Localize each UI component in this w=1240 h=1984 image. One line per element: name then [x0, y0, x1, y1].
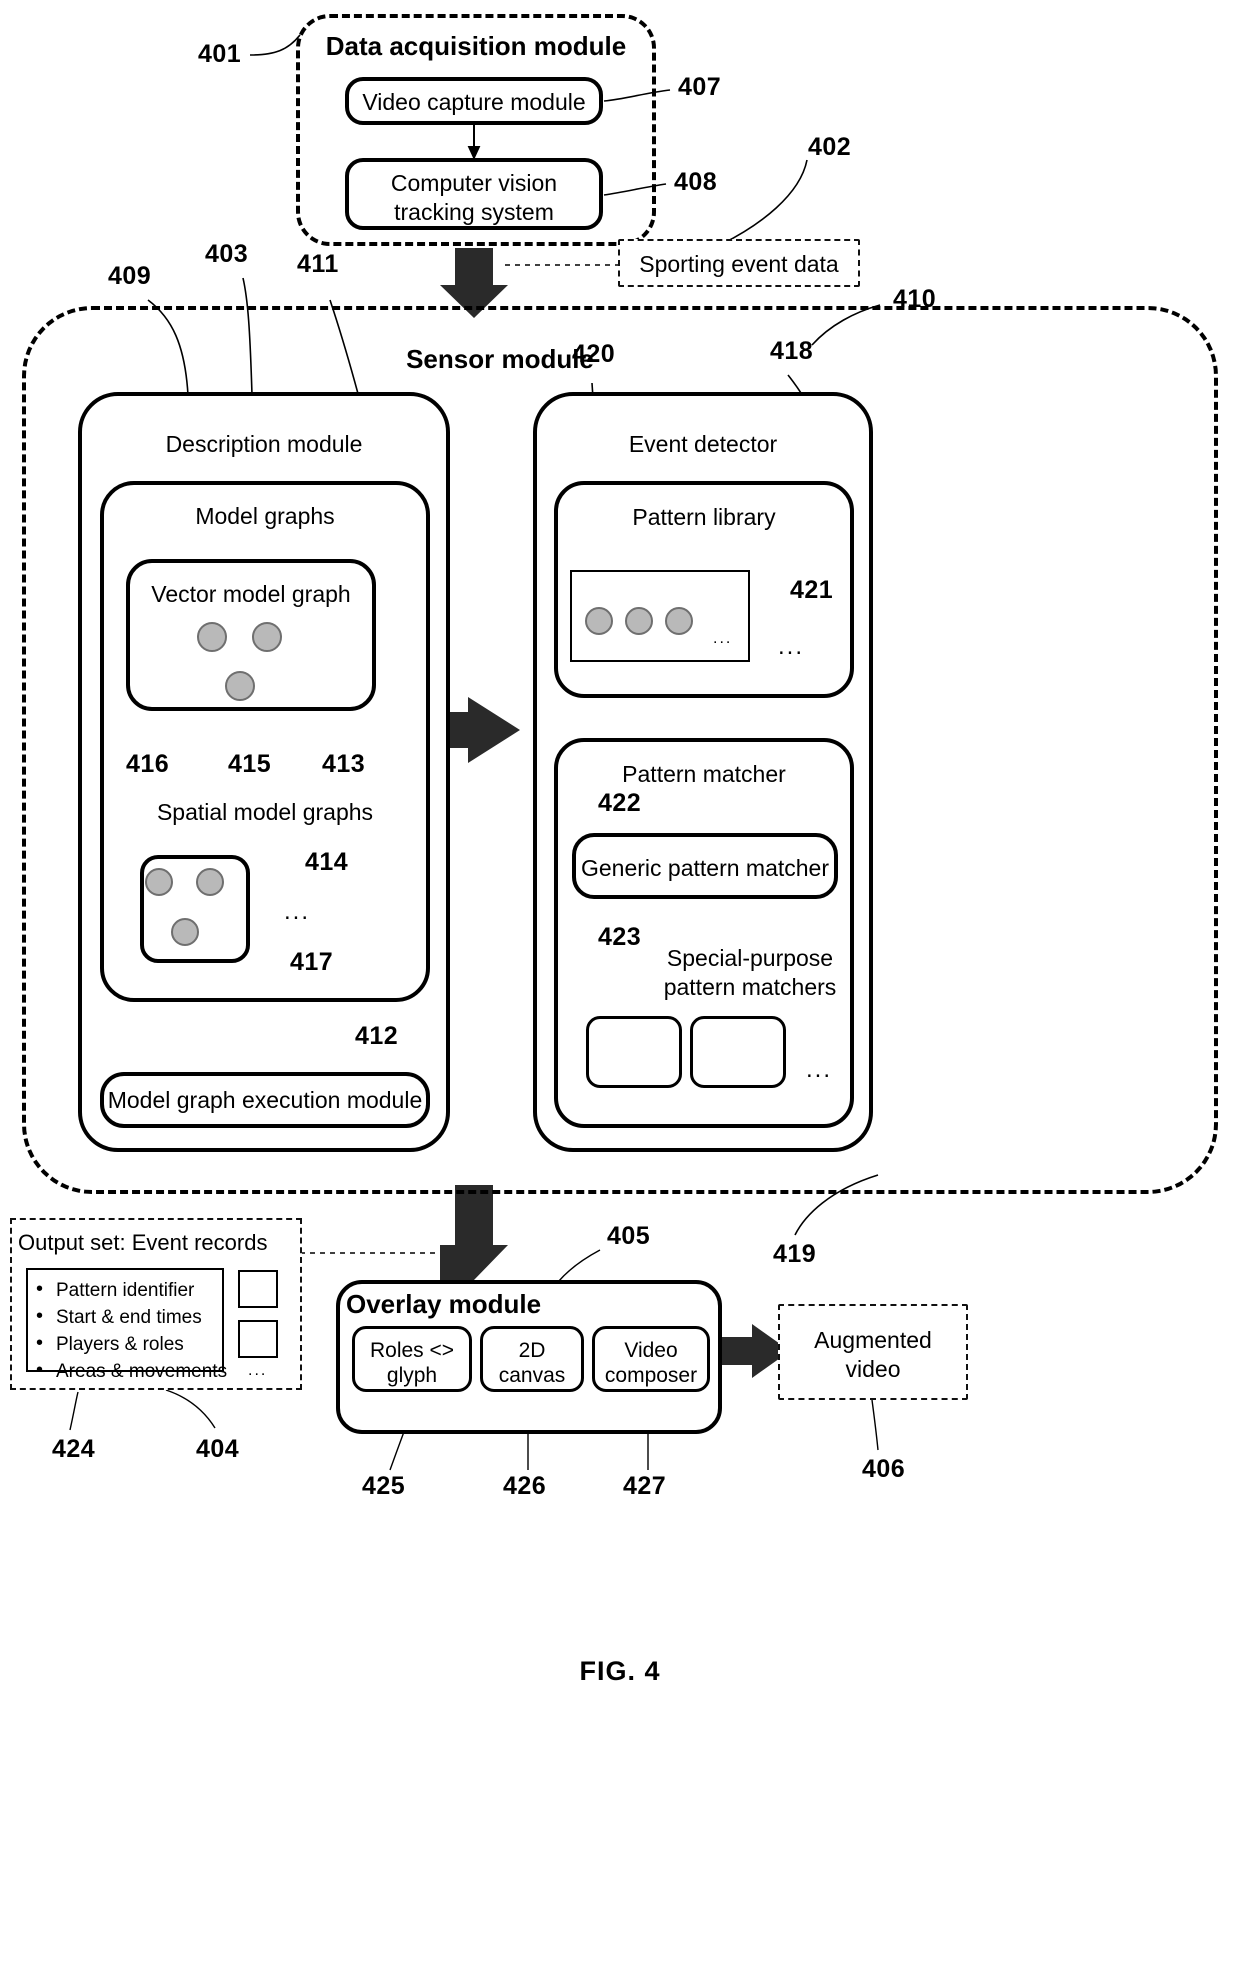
- pattern-node-c: [665, 607, 693, 635]
- special-purpose-matchers-label: Special-purpose pattern matchers: [663, 945, 837, 1000]
- vector-graph-node-b: [252, 622, 282, 652]
- ref-416: 416: [126, 750, 170, 778]
- roles-glyph-label: Roles <> glyph: [369, 1339, 455, 1387]
- ref-424: 424: [52, 1435, 96, 1463]
- special-matcher-block-2: [690, 1016, 786, 1088]
- overlay-module-title: Overlay module: [346, 1289, 542, 1319]
- ref-403: 403: [205, 240, 249, 268]
- ref-413: 413: [322, 750, 366, 778]
- pattern-item-ellipsis: ...: [713, 630, 733, 647]
- pattern-library-ellipsis: ...: [778, 633, 805, 660]
- pattern-node-a: [585, 607, 613, 635]
- pattern-matcher-title: Pattern matcher: [622, 761, 786, 787]
- patent-figure-page: Data acquisition module 401 Video captur…: [0, 0, 1240, 1984]
- figure-caption: FIG. 4: [579, 1656, 661, 1686]
- ref-422: 422: [598, 789, 642, 817]
- ref-419: 419: [773, 1240, 817, 1268]
- vector-model-graph-title: Vector model graph: [151, 581, 351, 607]
- ref-427: 427: [623, 1472, 667, 1500]
- ref-420: 420: [572, 340, 616, 368]
- list-item: Start & end times: [36, 1303, 246, 1331]
- list-item: Areas & movements: [36, 1357, 246, 1385]
- ref-411-top: 411: [297, 250, 339, 278]
- spatial-model-graphs-title: Spatial model graphs: [156, 799, 374, 825]
- ref-407: 407: [678, 73, 722, 101]
- pattern-library-title: Pattern library: [632, 504, 776, 530]
- spatial-graphs-ellipsis: ...: [284, 898, 311, 925]
- pattern-node-b: [625, 607, 653, 635]
- ref-418: 418: [770, 337, 814, 365]
- ref-417: 417: [290, 948, 334, 976]
- output-set-items-list: Pattern identifier Start & end times Pla…: [30, 1276, 246, 1385]
- model-graph-execution-label: Model graph execution module: [107, 1087, 423, 1113]
- description-module-title: Description module: [165, 431, 363, 457]
- 2d-canvas-label: 2D canvas: [498, 1339, 566, 1387]
- augmented-video-label: Augmented video: [814, 1327, 932, 1382]
- model-graphs-title: Model graphs: [195, 503, 335, 529]
- event-detector-title: Event detector: [628, 431, 778, 457]
- ref-409: 409: [108, 262, 152, 290]
- ref-412: 412: [355, 1022, 399, 1050]
- video-capture-module-label: Video capture module: [362, 89, 586, 115]
- ref-414: 414: [305, 848, 349, 876]
- output-record-card-1: [238, 1270, 278, 1308]
- output-set-title: Output set: Event records: [18, 1230, 268, 1255]
- ref-423: 423: [598, 923, 642, 951]
- ref-408: 408: [674, 168, 718, 196]
- ref-425: 425: [362, 1472, 406, 1500]
- vector-graph-node-a: [197, 622, 227, 652]
- list-item: Players & roles: [36, 1330, 246, 1358]
- list-item: Pattern identifier: [36, 1276, 246, 1304]
- ref-404: 404: [196, 1435, 240, 1463]
- output-record-card-2: [238, 1320, 278, 1358]
- video-composer-label: Video composer: [604, 1339, 698, 1387]
- generic-pattern-matcher-label: Generic pattern matcher: [580, 855, 829, 881]
- spatial-graph-node-a: [145, 868, 173, 896]
- computer-vision-tracking-label: Computer vision tracking system: [390, 170, 558, 225]
- vector-graph-node-c: [225, 671, 255, 701]
- data-acquisition-title: Data acquisition module: [325, 31, 627, 61]
- ref-415: 415: [228, 750, 272, 778]
- special-matcher-block-1: [586, 1016, 682, 1088]
- sporting-event-data-label: Sporting event data: [639, 251, 839, 277]
- spatial-graph-node-b: [196, 868, 224, 896]
- ref-426: 426: [503, 1472, 547, 1500]
- output-records-ellipsis: ...: [248, 1362, 268, 1379]
- ref-405: 405: [607, 1222, 651, 1250]
- spatial-graph-node-c: [171, 918, 199, 946]
- ref-421: 421: [790, 576, 834, 604]
- special-matchers-ellipsis: ...: [806, 1056, 833, 1083]
- ref-402: 402: [808, 133, 852, 161]
- ref-406: 406: [862, 1455, 906, 1483]
- ref-401: 401: [198, 40, 242, 68]
- ref-410: 410: [893, 285, 937, 313]
